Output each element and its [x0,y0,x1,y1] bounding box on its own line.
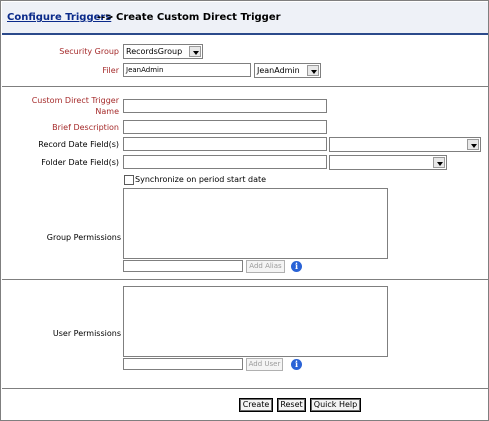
user-permissions-label: User Permissions [52,329,121,338]
info-icon[interactable]: i [291,261,302,272]
page-title: Create Custom Direct Trigger [116,12,281,23]
create-button[interactable]: Create [239,398,273,412]
filer-input[interactable]: JeanAdmin [123,63,251,77]
security-group-label: Security Group [59,47,119,56]
chevron-down-icon [307,65,319,76]
divider [2,86,488,87]
filer-select-value: JeanAdmin [257,66,300,75]
record-date-input[interactable] [123,137,327,151]
chevron-down-icon [189,46,201,57]
trigger-name-label-line2: Name [95,107,119,116]
breadcrumb-link-configure-triggers[interactable]: Configure Triggers [7,12,111,23]
title-bar: Configure Triggers --> Create Custom Dir… [2,2,488,35]
filer-select[interactable]: JeanAdmin [254,63,321,78]
group-permissions-list[interactable] [123,188,388,259]
record-date-select[interactable] [329,137,481,152]
filer-input-value: JeanAdmin [126,66,164,74]
add-alias-button[interactable]: Add Alias [246,260,285,273]
chevron-down-icon [467,139,479,150]
quick-help-button[interactable]: Quick Help [310,398,361,412]
filer-label: Filer [102,66,119,75]
breadcrumb-separator: --> [97,12,114,23]
reset-button[interactable]: Reset [277,398,306,412]
security-group-select[interactable]: RecordsGroup [123,44,203,59]
folder-date-input[interactable] [123,155,327,169]
synchronize-checkbox[interactable] [124,175,134,185]
page-frame: Configure Triggers --> Create Custom Dir… [0,0,489,421]
trigger-name-input[interactable] [123,99,327,113]
user-permissions-list[interactable] [123,286,388,357]
group-alias-input[interactable] [123,260,243,272]
folder-date-select[interactable] [329,155,447,170]
divider [2,279,488,280]
add-user-button[interactable]: Add User [246,358,283,371]
trigger-name-label-line1: Custom Direct Trigger [31,96,119,105]
chevron-down-icon [433,157,445,168]
brief-description-input[interactable] [123,120,327,134]
folder-date-label: Folder Date Field(s) [41,158,119,167]
info-icon[interactable]: i [291,359,302,370]
brief-description-label: Brief Description [52,123,119,132]
divider [2,388,488,389]
record-date-label: Record Date Field(s) [38,140,119,149]
synchronize-label: Synchronize on period start date [135,175,267,184]
security-group-value: RecordsGroup [126,47,183,56]
group-permissions-label: Group Permissions [46,233,121,242]
user-input[interactable] [123,358,243,370]
